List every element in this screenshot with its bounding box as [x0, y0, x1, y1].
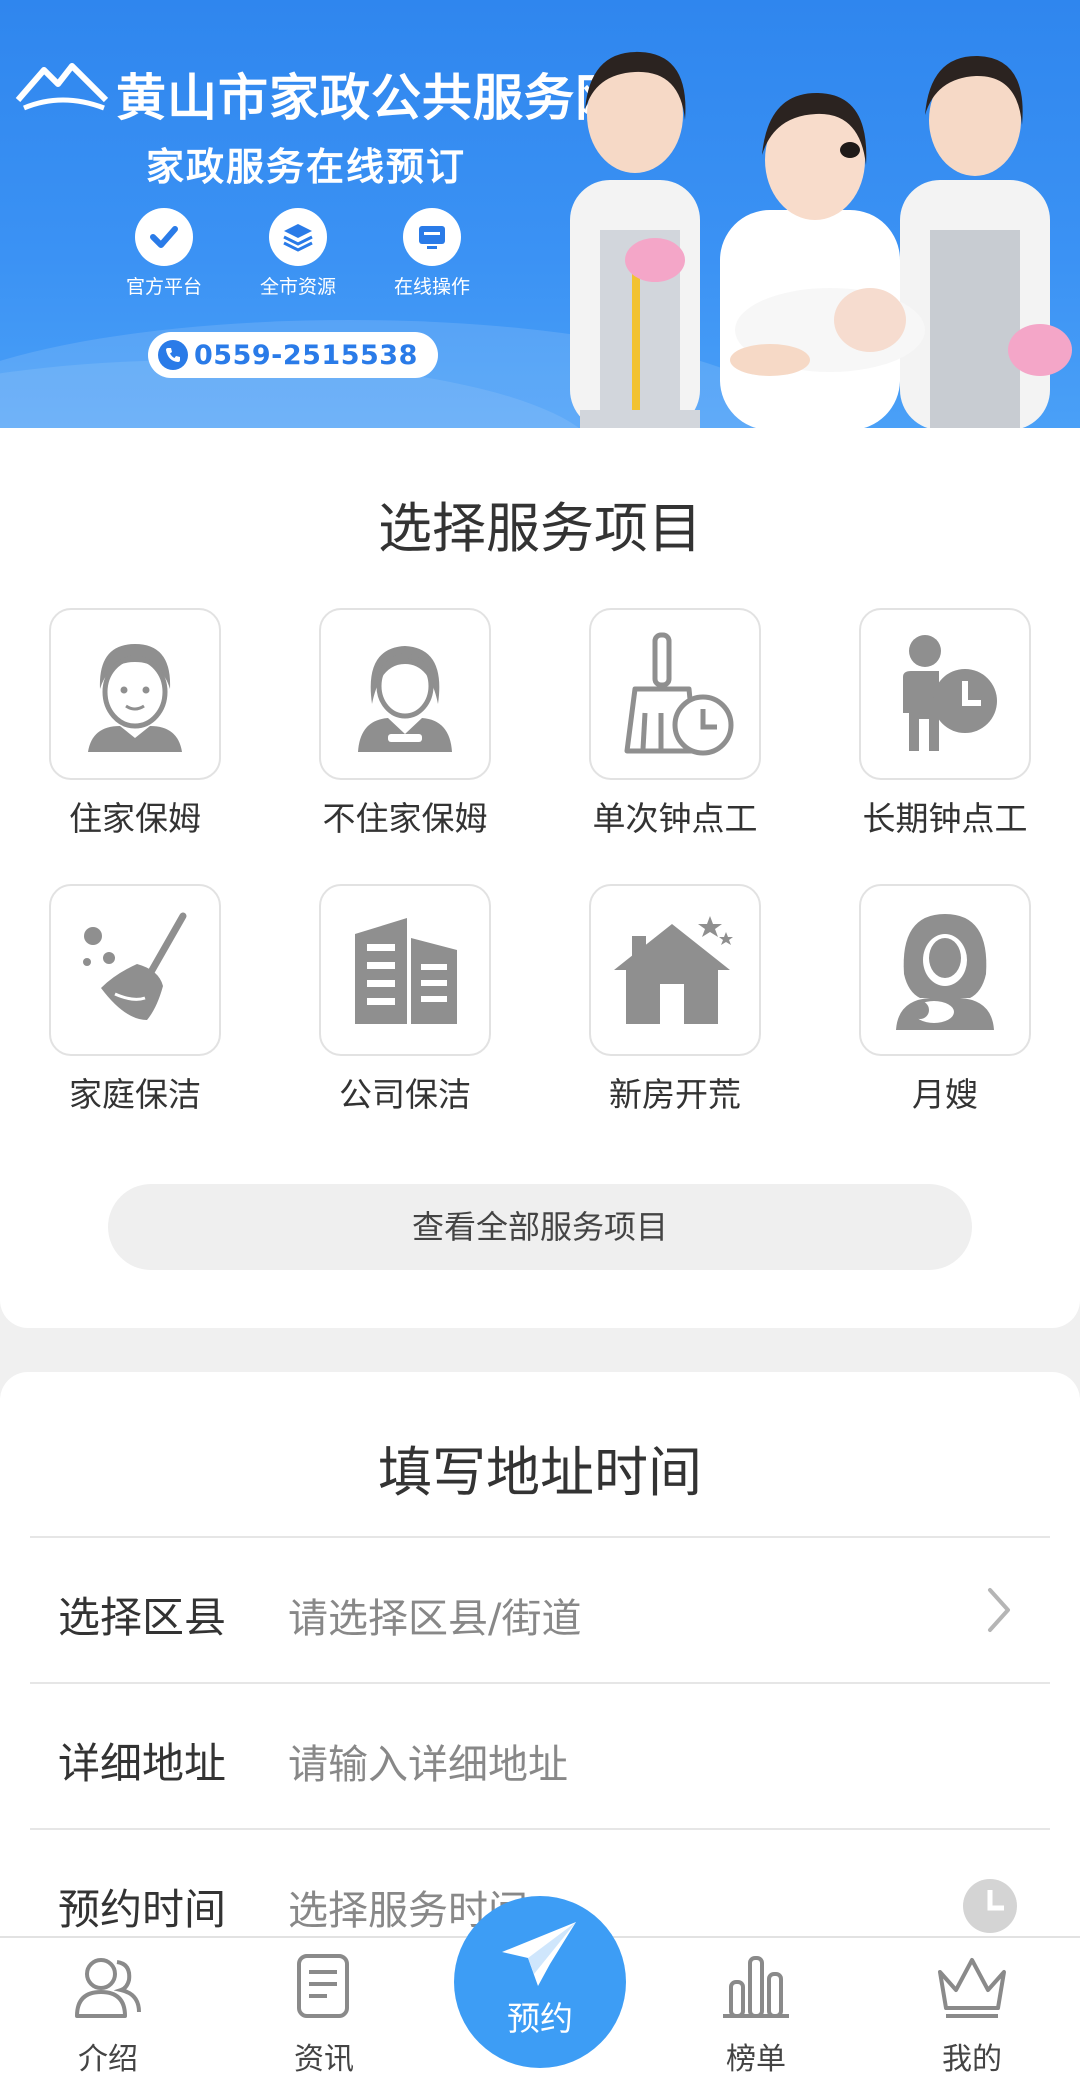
- check-badge-icon: [135, 208, 193, 266]
- service-label: 家庭保洁: [69, 1075, 201, 1114]
- tab-label: 介绍: [78, 2042, 138, 2076]
- service-icon-box: [589, 884, 761, 1056]
- feature-label: 在线操作: [393, 276, 470, 298]
- service-icon-box: [589, 608, 761, 780]
- phone-icon: [158, 340, 188, 370]
- address-title: 填写地址时间: [378, 1441, 702, 1504]
- users-icon: [75, 1958, 141, 2018]
- service-icon-box: [319, 884, 491, 1056]
- tab-label: 预约: [507, 1999, 573, 2038]
- feature-label: 官方平台: [125, 276, 202, 298]
- tab-news[interactable]: 资讯: [234, 1938, 414, 2076]
- tab-booking-button[interactable]: 预约: [454, 1896, 626, 2068]
- clock-icon: [963, 1879, 1017, 1933]
- tab-mine[interactable]: 我的: [882, 1938, 1062, 2076]
- district-select[interactable]: 请选择区县/街道: [288, 1586, 581, 1644]
- service-live-in-nanny[interactable]: 住家保姆: [40, 608, 230, 840]
- detail-address-label: 详细地址: [58, 1739, 227, 1788]
- bar-chart-icon: [723, 1956, 789, 2018]
- service-label: 公司保洁: [339, 1075, 471, 1114]
- service-new-house-cleaning[interactable]: 新房开荒: [580, 884, 770, 1116]
- broom-clock-icon: [624, 632, 734, 756]
- service-label: 住家保姆: [69, 799, 201, 838]
- district-row[interactable]: 选择区县 请选择区县/街道: [30, 1536, 1050, 1682]
- service-day-nanny[interactable]: 不住家保姆: [310, 608, 500, 840]
- service-office-cleaning[interactable]: 公司保洁: [310, 884, 500, 1116]
- day-nanny-icon: [358, 646, 452, 752]
- detail-address-row: 详细地址 请输入详细地址: [30, 1682, 1050, 1828]
- site-subtitle: 家政服务在线预订: [146, 145, 467, 189]
- tab-label: 榜单: [726, 2042, 786, 2076]
- district-label: 选择区县: [58, 1593, 227, 1642]
- paper-plane-icon: [502, 1922, 576, 1986]
- hotline-pill[interactable]: 0559-2515538: [148, 332, 438, 378]
- detail-address-input[interactable]: 请输入详细地址: [288, 1732, 568, 1790]
- tab-label: 我的: [942, 2042, 1002, 2076]
- service-icon-box: [859, 884, 1031, 1056]
- services-title: 选择服务项目: [378, 497, 702, 560]
- monitor-badge-icon: [403, 208, 461, 266]
- workers-illustration: [570, 51, 1072, 428]
- view-all-services-button[interactable]: 查看全部服务项目: [108, 1184, 972, 1270]
- feature-resources: 全市资源: [238, 208, 358, 299]
- hotline-number: 0559-2515538: [194, 339, 418, 371]
- feature-online: 在线操作: [372, 208, 492, 299]
- feature-official: 官方平台: [104, 208, 224, 299]
- nanny-icon: [88, 644, 182, 752]
- service-label: 不住家保姆: [322, 799, 488, 838]
- service-icon-box: [859, 608, 1031, 780]
- services-card: 选择服务项目 住家保姆 不住家保姆 单次钟点工 长期钟点工 家庭保洁 公司保洁 …: [0, 428, 1080, 1328]
- new-house-icon: [614, 916, 733, 1024]
- sweep-icon: [83, 912, 187, 1020]
- service-maternity-nurse[interactable]: 月嫂: [850, 884, 1040, 1116]
- time-label: 预约时间: [58, 1885, 227, 1934]
- tab-ranking[interactable]: 榜单: [666, 1938, 846, 2076]
- logo-icon: [15, 63, 109, 111]
- feature-label: 全市资源: [259, 276, 336, 298]
- service-icon-box: [49, 608, 221, 780]
- chevron-right-icon: [988, 1588, 1010, 1632]
- tab-label: 资讯: [294, 2042, 354, 2076]
- tab-intro[interactable]: 介绍: [18, 1938, 198, 2076]
- service-icon-box: [49, 884, 221, 1056]
- service-label: 长期钟点工: [862, 799, 1028, 838]
- layers-badge-icon: [269, 208, 327, 266]
- document-icon: [297, 1954, 349, 2018]
- service-label: 单次钟点工: [592, 799, 758, 838]
- crown-icon: [938, 1958, 1006, 2018]
- service-long-hourly[interactable]: 长期钟点工: [850, 608, 1040, 840]
- mother-baby-icon: [896, 914, 994, 1030]
- service-label: 新房开荒: [609, 1075, 741, 1114]
- office-building-icon: [355, 918, 457, 1024]
- top-banner: 黄山市家政公共服务网 家政服务在线预订 官方平台 全市资源 在线操作 0559-…: [0, 0, 1080, 428]
- worker-clock-icon: [903, 635, 997, 751]
- service-home-cleaning[interactable]: 家庭保洁: [40, 884, 230, 1116]
- service-single-hourly[interactable]: 单次钟点工: [580, 608, 770, 840]
- service-icon-box: [319, 608, 491, 780]
- service-label: 月嫂: [912, 1075, 978, 1114]
